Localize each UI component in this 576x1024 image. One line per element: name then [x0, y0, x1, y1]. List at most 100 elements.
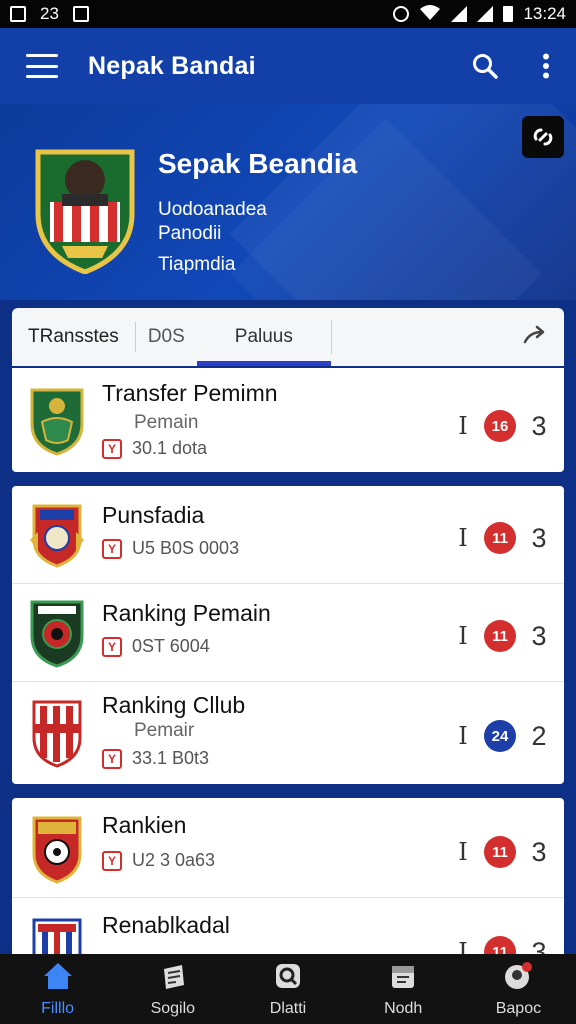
list-item-stats: I 16 3: [456, 410, 548, 442]
status-left-text: 23: [40, 4, 59, 23]
list-item-stats: I 11 3: [456, 620, 548, 652]
bottom-nav: Filllo Sogilo Dlatti Nodh Bapoc: [0, 954, 576, 1024]
tab-bar: TRansstes D0S Pаluus: [12, 308, 564, 366]
cursor-icon: I: [458, 524, 468, 552]
image-notification-icon: [72, 6, 89, 22]
cursor-icon: I: [458, 838, 468, 866]
list-item[interactable]: Ranking Cllub Pemair Y 33.1 B0t3 I 24 2: [12, 682, 564, 784]
ticket-icon: Y: [102, 850, 122, 871]
notification-icon: [10, 6, 26, 22]
score-badge: 11: [484, 620, 516, 652]
calendar-icon: [388, 961, 418, 996]
list-item-count: 3: [531, 620, 547, 651]
alarm-icon: [393, 6, 410, 22]
wifi-icon: [419, 4, 441, 25]
list-item-meta-text: 33.1 B0t3: [132, 748, 210, 768]
profile-icon: [502, 961, 534, 996]
nav-calendar[interactable]: Nodh: [346, 954, 461, 1024]
nav-news[interactable]: Sogilo: [115, 954, 230, 1024]
list-card: Rankien Y U2 3 0a63 I 11 3 Renablkadal I…: [12, 798, 564, 958]
list-item[interactable]: Renablkadal I 11 3: [12, 898, 564, 958]
status-time: 13:24: [523, 4, 566, 23]
list-card: Transfer Pemimn Pemain Y 30.1 dota I 16 …: [12, 368, 564, 472]
ticket-icon: Y: [102, 538, 122, 559]
hero-subtitle-line2: Panodii: [158, 223, 222, 244]
list-item-meta-text: U2 3 0a63: [132, 850, 216, 870]
nav-label: Sogilo: [150, 999, 196, 1017]
club-crest-icon: [28, 598, 86, 668]
status-bar: 23 13:24: [0, 0, 576, 28]
list-item-count: 3: [531, 522, 547, 553]
list-item-title: Rankien: [102, 812, 187, 838]
list-item-meta: Y U2 3 0a63: [102, 850, 215, 871]
cursor-icon: I: [458, 722, 468, 750]
nav-profile[interactable]: Bapoc: [461, 954, 576, 1024]
ticket-icon: Y: [102, 748, 122, 769]
score-badge: 11: [484, 836, 516, 868]
list-item-stats: I 11 3: [456, 836, 548, 868]
tab-transfer[interactable]: TRansstes: [12, 308, 135, 366]
more-vert-icon[interactable]: [542, 53, 550, 79]
list-item-stats: I 11 3: [456, 522, 548, 554]
list-item-title: Punsfadia: [102, 502, 205, 528]
list-item-meta: Y 33.1 B0t3: [102, 748, 209, 769]
chat-icon: [273, 961, 303, 996]
ticket-icon: Y: [102, 438, 122, 459]
hero-subtitle-line1: Uodoanadea: [158, 199, 267, 220]
list-item-count: 3: [531, 410, 547, 441]
app-bar-actions: [472, 53, 550, 79]
search-icon[interactable]: [472, 53, 498, 79]
list-item-meta: Y U5 B0S 0003: [102, 538, 239, 559]
club-crest-icon: [28, 698, 86, 768]
nav-label: Dlatti: [269, 999, 307, 1017]
home-icon: [42, 961, 74, 996]
cursor-icon: I: [458, 622, 468, 650]
list-item-subtitle: Pemair: [134, 720, 195, 741]
app-title: Nepak Bandai: [88, 51, 256, 80]
app-bar: Nepak Bandai: [0, 28, 576, 104]
tab-dos[interactable]: D0S: [134, 322, 197, 352]
hero-title: Sepak Beandia: [158, 148, 358, 179]
nav-chat[interactable]: Dlatti: [230, 954, 345, 1024]
list-card: Punsfadia Y U5 B0S 0003 I 11 3 Ranking P…: [12, 486, 564, 784]
club-crest-icon: [28, 916, 86, 958]
menu-icon[interactable]: [26, 54, 58, 78]
club-crest-icon: [28, 814, 86, 884]
signal-icon: [451, 6, 468, 22]
list-item-title: Renablkadal: [102, 912, 230, 938]
list-item-meta-text: U5 B0S 0003: [132, 538, 240, 558]
list-item-title: Transfer Pemimn: [102, 380, 278, 406]
score-badge: 24: [484, 720, 516, 752]
club-crest-logo: [32, 144, 138, 275]
tab-paluus[interactable]: Pаluus: [196, 308, 331, 366]
score-badge: 11: [484, 522, 516, 554]
share-icon[interactable]: [522, 324, 548, 351]
list-item-count: 2: [531, 720, 547, 751]
list-item-subtitle: Pemain: [134, 412, 199, 433]
nav-label: Bapoc: [495, 999, 542, 1017]
list-item[interactable]: Punsfadia Y U5 B0S 0003 I 11 3: [12, 486, 564, 584]
hero-banner: Sepak Beandia Uodoanadea Panodii Tiapmdi…: [0, 104, 576, 300]
nav-label: Filllo: [41, 999, 75, 1017]
list-item-meta: Y 30.1 dota: [102, 438, 207, 459]
list-item[interactable]: Transfer Pemimn Pemain Y 30.1 dota I 16 …: [12, 368, 564, 472]
nav-home[interactable]: Filllo: [0, 954, 115, 1024]
club-crest-icon: [28, 500, 86, 570]
status-right: 13:24: [393, 4, 566, 25]
score-badge: 16: [484, 410, 516, 442]
list-item-count: 3: [531, 836, 547, 867]
list-item[interactable]: Ranking Pemain Y 0ST 6004 I 11 3: [12, 584, 564, 682]
link-icon[interactable]: [522, 116, 564, 158]
signal-2-icon: [477, 6, 494, 22]
club-crest-icon: [28, 386, 86, 456]
battery-icon: [503, 6, 514, 22]
list-item-meta-text: 0ST 6004: [132, 636, 210, 656]
cursor-icon: I: [458, 412, 468, 440]
list-item-meta-text: 30.1 dota: [132, 438, 208, 458]
nav-label: Nodh: [384, 999, 423, 1017]
list-item[interactable]: Rankien Y U2 3 0a63 I 11 3: [12, 798, 564, 898]
news-icon: [158, 961, 188, 996]
status-left: 23: [10, 4, 89, 24]
hero-tagline: Tiapmdia: [158, 254, 236, 275]
list-item-stats: I 24 2: [456, 720, 548, 752]
